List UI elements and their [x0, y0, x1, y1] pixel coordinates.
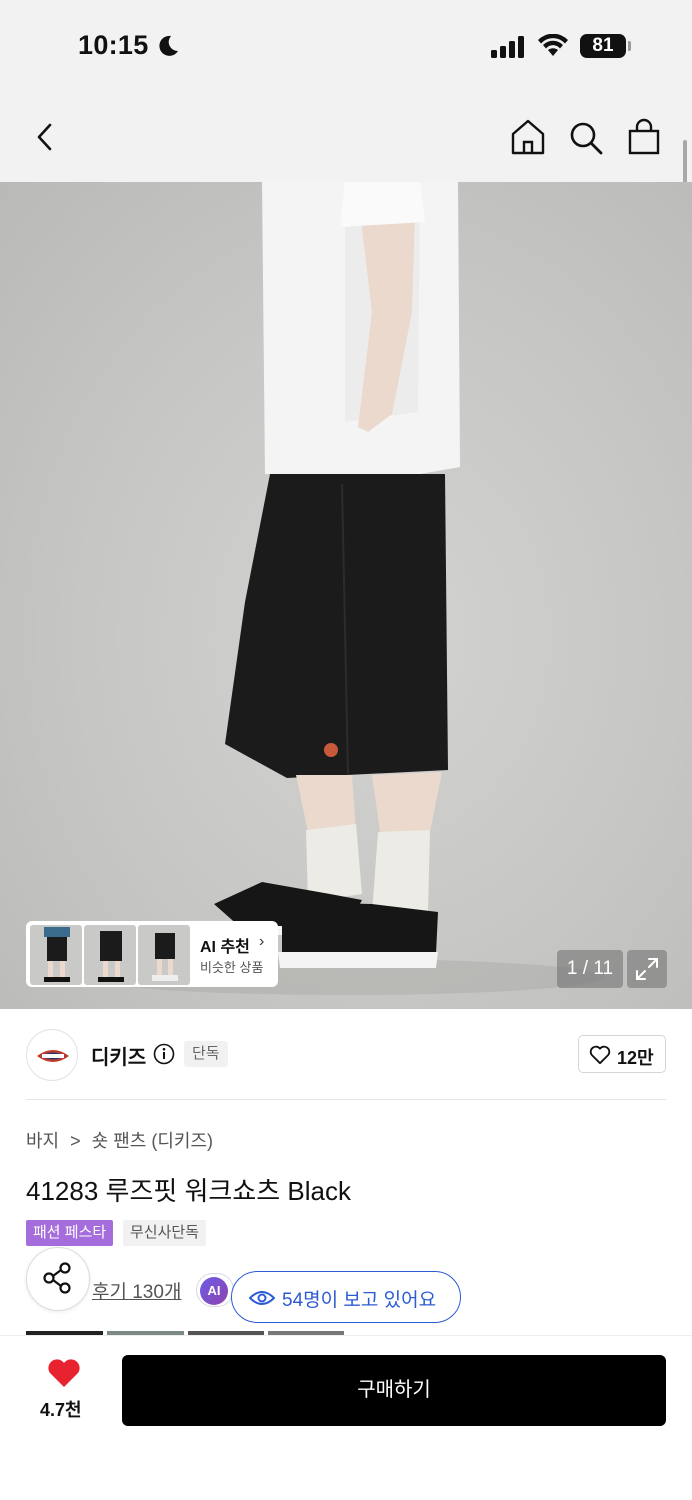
similar-product-thumb[interactable] — [84, 925, 136, 985]
product-image-gallery[interactable]: AI 추천 › 비슷한 상품 1 / 11 — [0, 182, 692, 1009]
top-nav-bar — [0, 92, 692, 182]
ai-summary-button[interactable]: AI — [196, 1273, 234, 1307]
ai-recommend-subtitle: 비슷한 상품 — [200, 960, 264, 975]
breadcrumb: 바지 > 숏 팬츠 (디키즈) — [26, 1127, 213, 1153]
product-like-count: 4.7천 — [40, 1400, 82, 1420]
heart-filled-icon[interactable] — [47, 1359, 81, 1389]
eye-icon — [249, 1291, 275, 1305]
similar-product-thumb[interactable] — [138, 925, 190, 985]
similar-product-thumb[interactable] — [30, 925, 82, 985]
back-icon[interactable] — [34, 122, 56, 152]
divider — [26, 1099, 666, 1100]
status-time: 10:15 — [78, 30, 149, 60]
fashion-festa-tag: 패션 페스타 — [26, 1220, 114, 1246]
brand-like-count: 12만 — [617, 1048, 654, 1068]
status-bar: 10:15 81 — [0, 0, 692, 92]
viewers-text: 54명이 보고 있어요 — [282, 1290, 437, 1311]
ai-recommend-panel[interactable]: AI 추천 › 비슷한 상품 — [26, 921, 278, 987]
expand-image-button[interactable] — [627, 950, 667, 988]
product-title: 41283 루즈핏 워크쇼츠 Black — [26, 1176, 351, 1206]
buy-button[interactable]: 구매하기 — [122, 1355, 666, 1426]
search-icon[interactable] — [568, 120, 604, 156]
ai-label: AI — [200, 1277, 228, 1305]
dickies-logo-icon — [37, 1050, 69, 1062]
signal-icon — [491, 36, 524, 58]
musinsa-exclusive-tag: 무신사단독 — [123, 1220, 207, 1246]
viewers-indicator: 54명이 보고 있어요 — [231, 1271, 461, 1323]
exclusive-badge: 단독 — [184, 1041, 228, 1067]
share-button[interactable] — [26, 1247, 90, 1311]
battery-indicator: 81 — [580, 34, 626, 58]
brand-like-button[interactable]: 12만 — [578, 1035, 666, 1073]
breadcrumb-category[interactable]: 바지 — [26, 1127, 59, 1153]
reviews-link[interactable]: 후기 130개 — [92, 1277, 181, 1304]
breadcrumb-separator: > — [70, 1131, 81, 1151]
moon-icon — [159, 35, 178, 56]
ai-recommend-title: AI 추천 — [200, 939, 250, 956]
expand-icon — [636, 958, 658, 980]
share-icon — [43, 1262, 71, 1294]
brand-name[interactable]: 디키즈 — [91, 1041, 146, 1070]
product-photo — [85, 182, 605, 995]
home-icon[interactable] — [509, 118, 547, 156]
brand-logo[interactable] — [26, 1029, 78, 1081]
breadcrumb-subcategory[interactable]: 숏 팬츠 (디키즈) — [92, 1127, 213, 1153]
shopping-bag-icon[interactable] — [627, 118, 661, 156]
battery-cap — [628, 41, 631, 51]
wifi-icon — [538, 34, 568, 56]
info-icon[interactable] — [153, 1043, 175, 1065]
chevron-right-icon: › — [259, 933, 265, 950]
heart-outline-icon — [589, 1045, 611, 1065]
image-page-counter: 1 / 11 — [557, 950, 623, 988]
